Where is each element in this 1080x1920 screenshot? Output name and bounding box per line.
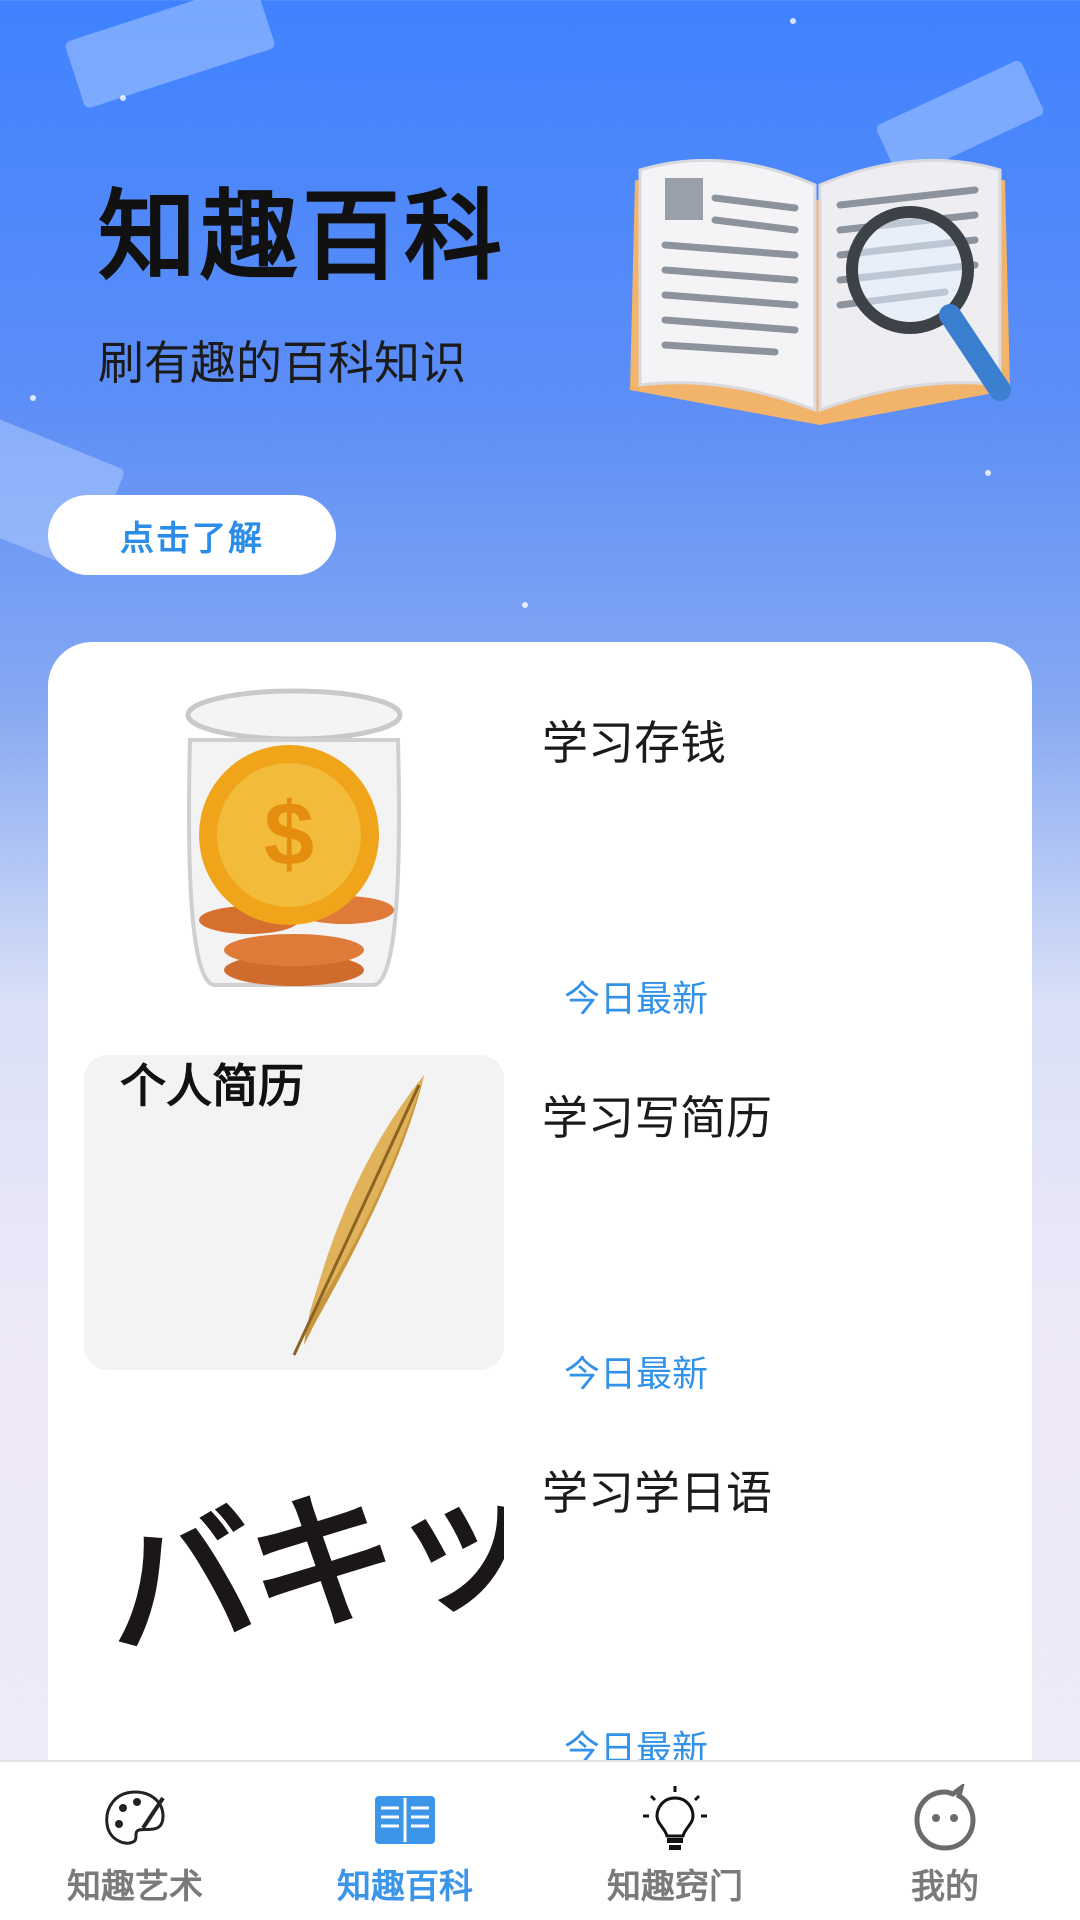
background-book-decoration bbox=[64, 0, 276, 110]
nav-label: 我的 bbox=[911, 1867, 979, 1907]
item-tag: 今日最新 bbox=[564, 979, 709, 1020]
sparkle bbox=[790, 18, 796, 24]
sparkle bbox=[120, 95, 126, 101]
nav-item-art[interactable]: 知趣艺术 bbox=[0, 1762, 270, 1920]
list-item[interactable]: 个人简历 学习写简历 今日最新 bbox=[48, 1055, 1032, 1400]
item-title: 学习写简历 bbox=[542, 1091, 772, 1145]
page-title: 知趣百科 bbox=[98, 180, 507, 294]
item-tag: 今日最新 bbox=[564, 1354, 709, 1395]
learn-more-button[interactable]: 点击了解 bbox=[48, 495, 336, 575]
page-subtitle: 刷有趣的百科知识 bbox=[98, 336, 466, 390]
list-item[interactable]: バキッ 学习学日语 今日最新 bbox=[48, 1430, 1032, 1775]
item-title: 学习存钱 bbox=[542, 716, 726, 770]
profile-face-icon bbox=[914, 1784, 976, 1851]
nav-item-encyclopedia[interactable]: 知趣百科 bbox=[270, 1762, 540, 1920]
item-title: 学习学日语 bbox=[542, 1466, 772, 1520]
sparkle bbox=[985, 470, 991, 476]
svg-text:$: $ bbox=[264, 785, 314, 885]
nav-item-tips[interactable]: 知趣窍门 bbox=[540, 1762, 810, 1920]
nav-label: 知趣艺术 bbox=[67, 1867, 203, 1907]
open-book-magnifier-icon bbox=[630, 158, 1011, 425]
coin-jar-icon: $ bbox=[84, 680, 504, 995]
list-item[interactable]: $ 学习存钱 今日最新 bbox=[48, 680, 1032, 1025]
japanese-art-text: バキッ bbox=[93, 1448, 504, 1682]
nav-label: 知趣窍门 bbox=[607, 1867, 743, 1907]
quill-pen-icon bbox=[292, 1075, 424, 1356]
sparkle bbox=[522, 602, 528, 608]
palette-icon bbox=[105, 1790, 165, 1845]
book-icon bbox=[375, 1796, 435, 1844]
lightbulb-icon bbox=[643, 1786, 707, 1850]
japanese-text-art: バキッ bbox=[84, 1430, 504, 1745]
nav-item-profile[interactable]: 我的 bbox=[810, 1762, 1080, 1920]
nav-label: 知趣百科 bbox=[337, 1867, 473, 1907]
content-card: $ 学习存钱 今日最新 个人简历 学习写简历 今日最新 バキッ 学习学日语 今日… bbox=[48, 642, 1032, 1768]
bottom-navigation: 知趣艺术 知趣百科 知趣窍门 我的 bbox=[0, 1760, 1080, 1920]
sparkle bbox=[30, 395, 36, 401]
resume-thumbnail: 个人简历 bbox=[84, 1055, 504, 1370]
